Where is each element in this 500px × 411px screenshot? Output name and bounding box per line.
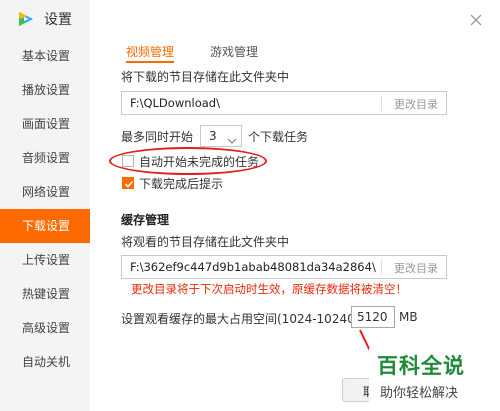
watermark-subtitle: 助你轻松解决 [380,386,459,401]
watermark-title: 百科全说 [377,354,465,378]
